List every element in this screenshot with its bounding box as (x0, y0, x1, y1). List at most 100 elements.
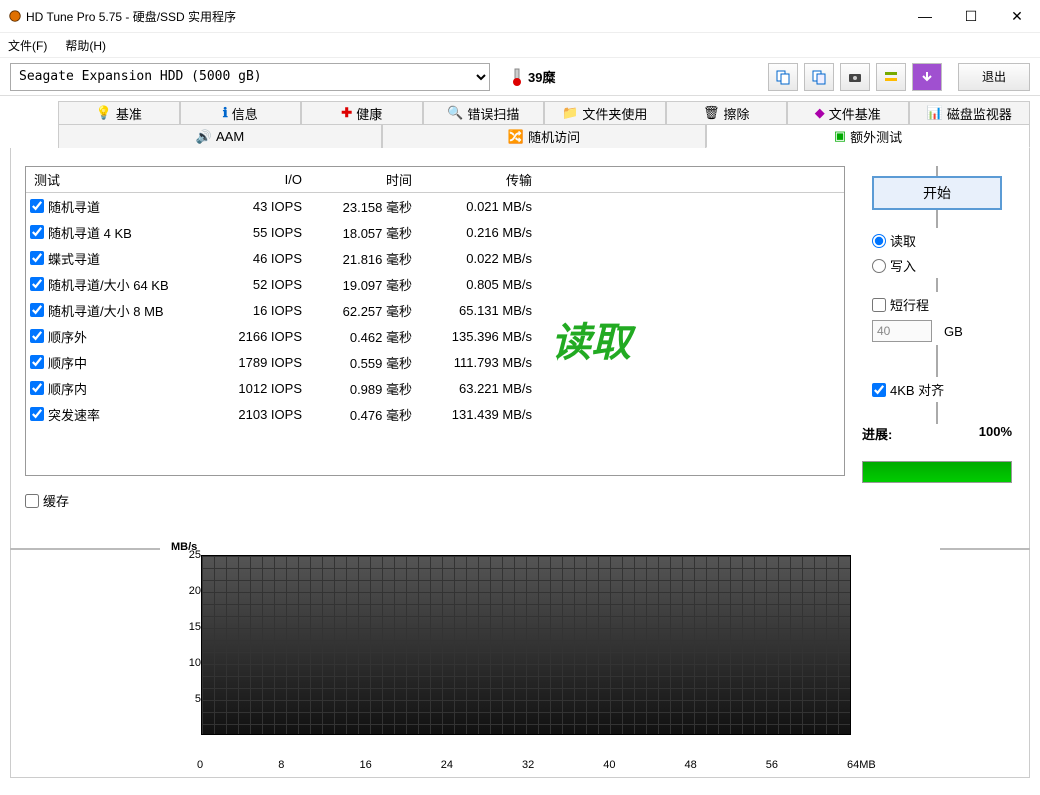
table-row: 顺序中 1789 IOPS 0.559 毫秒 111.793 MB/s (26, 349, 844, 375)
start-button[interactable]: 开始 (872, 176, 1002, 210)
align-checkbox[interactable]: 4KB 对齐 (872, 380, 1002, 399)
time-value: 0.462 毫秒 (306, 327, 416, 346)
y-tick: 15 (189, 621, 201, 633)
row-checkbox[interactable] (30, 251, 44, 265)
speaker-icon: 🔊 (196, 129, 212, 145)
screenshot-button[interactable] (840, 63, 870, 91)
exit-button[interactable]: 退出 (958, 63, 1030, 91)
cache-checkbox[interactable]: 缓存 (25, 491, 1015, 510)
xfer-value: 63.221 MB/s (416, 381, 536, 396)
table-row: 随机寻道/大小 64 KB 52 IOPS 19.097 毫秒 0.805 MB… (26, 271, 844, 297)
io-value: 1012 IOPS (206, 381, 306, 396)
tab-random-access[interactable]: 🔀随机访问 (382, 124, 706, 148)
tab-disk-monitor[interactable]: 📊磁盘监视器 (909, 101, 1031, 125)
xfer-value: 0.805 MB/s (416, 277, 536, 292)
table-row: 顺序外 2166 IOPS 0.462 毫秒 135.396 MB/s (26, 323, 844, 349)
file-icon: ◆ (815, 105, 825, 121)
row-checkbox[interactable] (30, 407, 44, 421)
test-name: 蝶式寻道 (48, 249, 100, 268)
close-button[interactable]: ✕ (994, 0, 1040, 32)
read-radio[interactable]: 读取 (872, 231, 1002, 250)
table-row: 随机寻道/大小 8 MB 16 IOPS 62.257 毫秒 65.131 MB… (26, 297, 844, 323)
row-checkbox[interactable] (30, 329, 44, 343)
table-row: 随机寻道 43 IOPS 23.158 毫秒 0.021 MB/s (26, 193, 844, 219)
minimize-button[interactable]: — (902, 0, 948, 32)
tab-extra-tests[interactable]: ▣额外测试 (706, 124, 1030, 148)
time-value: 18.057 毫秒 (306, 223, 416, 242)
row-checkbox[interactable] (30, 225, 44, 239)
xfer-value: 131.439 MB/s (416, 407, 536, 422)
tab-benchmark[interactable]: 💡基准 (58, 101, 180, 125)
save-button[interactable] (912, 63, 942, 91)
io-value: 52 IOPS (206, 277, 306, 292)
tab-erase[interactable]: 🗑擦除 (666, 101, 788, 125)
tab-folder-usage[interactable]: 📁文件夹使用 (544, 101, 666, 125)
test-name: 突发速率 (48, 405, 100, 424)
y-tick: 20 (189, 585, 201, 597)
time-value: 62.257 毫秒 (306, 301, 416, 320)
row-checkbox[interactable] (30, 199, 44, 213)
toolbar: Seagate Expansion HDD (5000 gB) 39糜 退出 (0, 58, 1040, 96)
x-tick: 40 (603, 759, 615, 771)
x-tick: 16 (360, 759, 372, 771)
row-checkbox[interactable] (30, 381, 44, 395)
x-tick: 24 (441, 759, 453, 771)
menu-file[interactable]: 文件(F) (8, 37, 47, 54)
table-row: 突发速率 2103 IOPS 0.476 毫秒 131.439 MB/s (26, 401, 844, 427)
tab-info[interactable]: ℹ信息 (180, 101, 302, 125)
info-icon: ℹ (223, 105, 228, 121)
row-checkbox[interactable] (30, 277, 44, 291)
row-checkbox[interactable] (30, 303, 44, 317)
short-stroke-checkbox[interactable]: 短行程 (872, 295, 1002, 314)
x-tick: 0 (197, 759, 203, 771)
tab-aam[interactable]: 🔊AAM (58, 124, 382, 148)
xfer-value: 65.131 MB/s (416, 303, 536, 318)
io-value: 1789 IOPS (206, 355, 306, 370)
right-controls: 开始 读取 写入 短行程 GB 4KB 对齐 进展:100% (859, 166, 1015, 483)
test-name: 随机寻道 (48, 197, 100, 216)
table-header: 测试 I/O 时间 传输 (26, 167, 844, 193)
copy-screenshot-button[interactable] (804, 63, 834, 91)
thermometer-icon (510, 67, 524, 87)
tab-error-scan[interactable]: 🔍错误扫描 (423, 101, 545, 125)
table-row: 蝶式寻道 46 IOPS 21.816 毫秒 0.022 MB/s (26, 245, 844, 271)
tab-health[interactable]: ✚健康 (301, 101, 423, 125)
extra-icon: ▣ (834, 128, 846, 144)
copy-info-button[interactable] (768, 63, 798, 91)
y-tick: 10 (189, 657, 201, 669)
tab-file-benchmark[interactable]: ◆文件基准 (787, 101, 909, 125)
tabs-row-2: 🔊AAM 🔀随机访问 ▣额外测试 (58, 124, 1030, 148)
magnify-icon: 🔍 (447, 105, 463, 121)
x-tick: 8 (278, 759, 284, 771)
write-radio[interactable]: 写入 (872, 256, 1002, 275)
progress-bar (862, 461, 1012, 483)
main-panel: 测试 I/O 时间 传输 随机寻道 43 IOPS 23.158 毫秒 0.02… (10, 148, 1030, 778)
app-icon (8, 9, 22, 23)
io-value: 55 IOPS (206, 225, 306, 240)
test-name: 顺序中 (48, 353, 87, 372)
y-tick: 25 (189, 549, 201, 561)
menu-bar: 文件(F) 帮助(H) (0, 32, 1040, 58)
xfer-value: 135.396 MB/s (416, 329, 536, 344)
menu-help[interactable]: 帮助(H) (65, 37, 106, 54)
window-title: HD Tune Pro 5.75 - 硬盘/SSD 实用程序 (26, 8, 236, 25)
row-checkbox[interactable] (30, 355, 44, 369)
table-row: 随机寻道 4 KB 55 IOPS 18.057 毫秒 0.216 MB/s (26, 219, 844, 245)
io-value: 43 IOPS (206, 199, 306, 214)
folder-icon: 📁 (562, 105, 578, 121)
io-value: 46 IOPS (206, 251, 306, 266)
test-name: 随机寻道 4 KB (48, 223, 132, 242)
io-value: 2166 IOPS (206, 329, 306, 344)
x-tick: 64MB (847, 759, 876, 771)
short-stroke-value[interactable] (872, 320, 932, 342)
x-tick: 48 (685, 759, 697, 771)
trash-icon: 🗑 (703, 105, 720, 121)
maximize-button[interactable]: ☐ (948, 0, 994, 32)
options-button[interactable] (876, 63, 906, 91)
bulb-icon: 💡 (96, 105, 112, 121)
time-value: 0.476 毫秒 (306, 405, 416, 424)
device-select[interactable]: Seagate Expansion HDD (5000 gB) (10, 63, 490, 91)
y-tick: 5 (195, 693, 201, 705)
title-bar: HD Tune Pro 5.75 - 硬盘/SSD 实用程序 — ☐ ✕ (0, 0, 1040, 32)
x-tick: 56 (766, 759, 778, 771)
